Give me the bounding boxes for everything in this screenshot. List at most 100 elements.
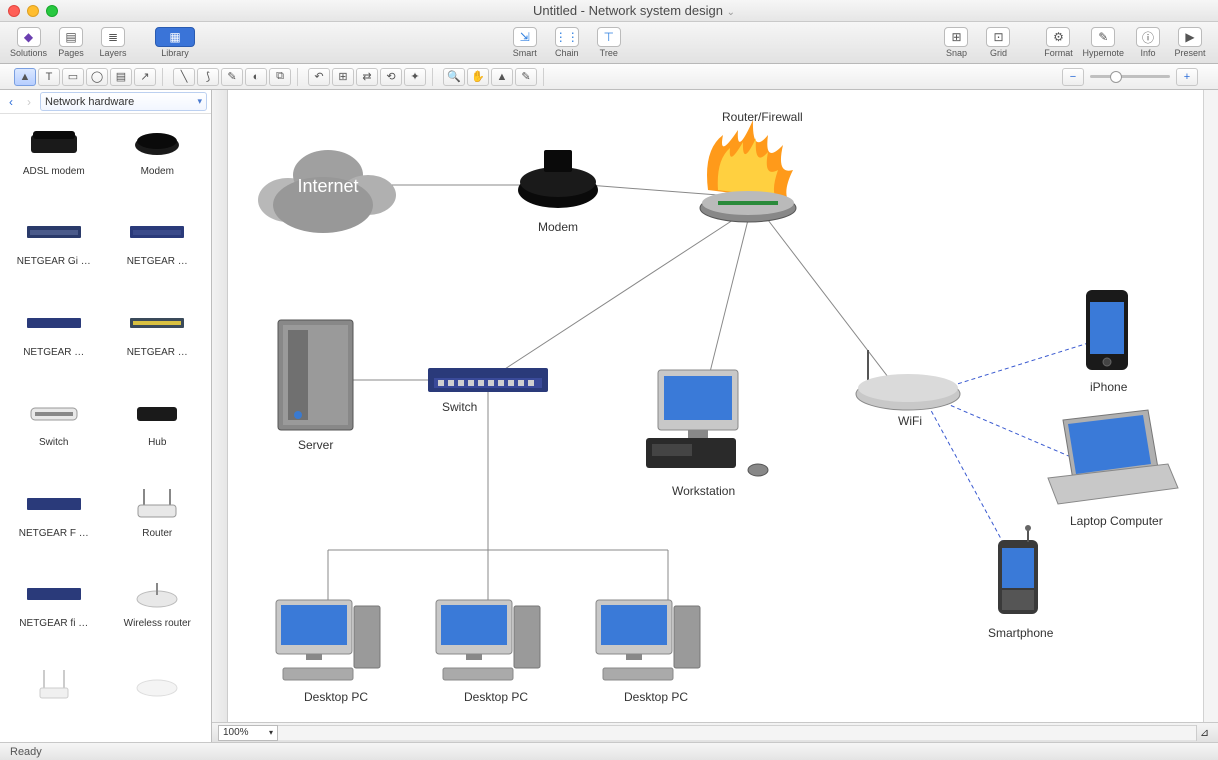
line-tool[interactable]: ╲ [173,68,195,86]
lib-item-extra-1[interactable] [4,665,104,734]
grid-button[interactable]: ⊡Grid [980,27,1016,58]
server-node[interactable] [278,320,353,430]
fill-tool[interactable]: ◐ [245,68,267,86]
firewall-node[interactable] [700,120,796,222]
laptop-node[interactable] [1048,410,1178,504]
desktop2-label: Desktop PC [464,690,528,704]
lib-item-wireless-router[interactable]: Wireless router [108,574,208,654]
zoom-out-button[interactable]: − [1062,68,1084,86]
zoom-slider[interactable] [1090,75,1170,78]
lib-item-modem[interactable]: Modem [108,122,208,202]
library-button[interactable]: ▦Library [155,27,195,58]
desktop-3-node[interactable] [596,600,700,680]
router-icon [34,668,74,702]
lib-item-netgear-fi[interactable]: NETGEAR fi … [4,574,104,654]
lib-item-extra-2[interactable] [108,665,208,734]
lib-item-netgear-2[interactable]: NETGEAR … [108,212,208,292]
wireless-router-icon [132,579,182,609]
select-tool[interactable]: ▲ [14,68,36,86]
drawing-toolbar: ▲ T ▭ ◯ ▤ ↗ ╲ ⟆ ✎ ◐ ⧉ ↶ ⊞ ⇄ ⟲ ✦ 🔍 ✋ ▲ ✎ … [0,64,1218,90]
tree-button[interactable]: ⊤Tree [591,27,627,58]
lib-item-netgear-f[interactable]: NETGEAR F … [4,484,104,564]
smart-button[interactable]: ⇲Smart [507,27,543,58]
canvas-area: Internet [212,90,1218,742]
modem-node[interactable] [518,150,598,208]
ellipse-tool[interactable]: ◯ [86,68,108,86]
resize-handle-icon[interactable]: ⊿ [1196,725,1212,741]
flip-tool[interactable]: ⇄ [356,68,378,86]
rotate-tool[interactable]: ⟲ [380,68,402,86]
horizontal-scrollbar[interactable] [278,725,1196,740]
lib-item-netgear-4[interactable]: NETGEAR … [108,303,208,383]
titlebar: Untitled - Network system design ⌄ [0,0,1218,22]
switch-icon [129,222,185,242]
router-icon [132,487,182,521]
switch-icon [29,402,79,424]
present-button[interactable]: ▶Present [1172,27,1208,58]
lib-item-netgear-3[interactable]: NETGEAR … [4,303,104,383]
text-tool[interactable]: T [38,68,60,86]
hand-tool[interactable]: ✋ [467,68,489,86]
desktop-1-node[interactable] [276,600,380,680]
switch-icon [26,314,82,332]
minimize-window-button[interactable] [27,5,39,17]
arrow-tool[interactable]: ↗ [134,68,156,86]
crop-tool[interactable]: ⧉ [269,68,291,86]
library-sidebar: ‹ › Network hardware ADSL modem Modem NE… [0,90,212,742]
wifi-node[interactable] [856,350,960,410]
desktop-2-node[interactable] [436,600,540,680]
network-diagram[interactable]: Internet [228,90,1218,722]
main-toolbar: ◆Solutions ▤Pages ≣Layers ▦Library ⇲Smar… [0,22,1218,64]
curve-tool[interactable]: ⟆ [197,68,219,86]
switch-icon [26,494,82,514]
lib-item-router[interactable]: Router [108,484,208,564]
switch-label: Switch [442,400,477,414]
server-label: Server [298,438,333,452]
format-button[interactable]: ⚙Format [1040,27,1076,58]
workstation-node[interactable] [646,370,768,476]
pages-button[interactable]: ▤Pages [53,27,89,58]
note-tool[interactable]: ▤ [110,68,132,86]
canvas[interactable]: Internet [212,90,1218,722]
desktop3-label: Desktop PC [624,690,688,704]
hypernote-button[interactable]: ✎Hypernote [1082,27,1124,58]
close-window-button[interactable] [8,5,20,17]
library-category-select[interactable]: Network hardware [40,92,207,111]
lib-item-adsl-modem[interactable]: ADSL modem [4,122,104,202]
switch-node[interactable] [428,368,548,392]
window-title: Untitled - Network system design ⌄ [58,3,1210,18]
zoom-level-select[interactable]: 100% [218,725,278,741]
status-bar: Ready [0,742,1218,760]
smartphone-node[interactable] [998,525,1038,614]
chain-button[interactable]: ⋮⋮Chain [549,27,585,58]
zoom-in-button[interactable]: + [1176,68,1198,86]
undo-button[interactable]: ↶ [308,68,330,86]
firewall-label: Router/Firewall [722,110,803,124]
info-button[interactable]: ⓘInfo [1130,27,1166,58]
ap-icon [135,672,179,698]
switch-icon [26,222,82,242]
align-tool[interactable]: ⊞ [332,68,354,86]
stamp-tool[interactable]: ▲ [491,68,513,86]
snap-button[interactable]: ⊞Snap [938,27,974,58]
status-text: Ready [10,746,42,758]
rect-tool[interactable]: ▭ [62,68,84,86]
library-back-button[interactable]: ‹ [4,94,18,110]
library-forward-button[interactable]: › [22,94,36,110]
layers-button[interactable]: ≣Layers [95,27,131,58]
magic-tool[interactable]: ✦ [404,68,426,86]
lib-item-switch[interactable]: Switch [4,393,104,473]
hub-icon [135,401,179,425]
solutions-button[interactable]: ◆Solutions [10,27,47,58]
pen-tool[interactable]: ✎ [221,68,243,86]
iphone-node[interactable] [1086,290,1128,370]
workstation-label: Workstation [672,484,735,498]
zoom-window-button[interactable] [46,5,58,17]
zoom-tool[interactable]: 🔍 [443,68,465,86]
eyedropper-tool[interactable]: ✎ [515,68,537,86]
lib-item-hub[interactable]: Hub [108,393,208,473]
internet-node[interactable]: Internet [258,150,396,233]
modem-icon [132,127,182,157]
lib-item-netgear-gi[interactable]: NETGEAR Gi … [4,212,104,292]
modem-label: Modem [538,220,578,234]
